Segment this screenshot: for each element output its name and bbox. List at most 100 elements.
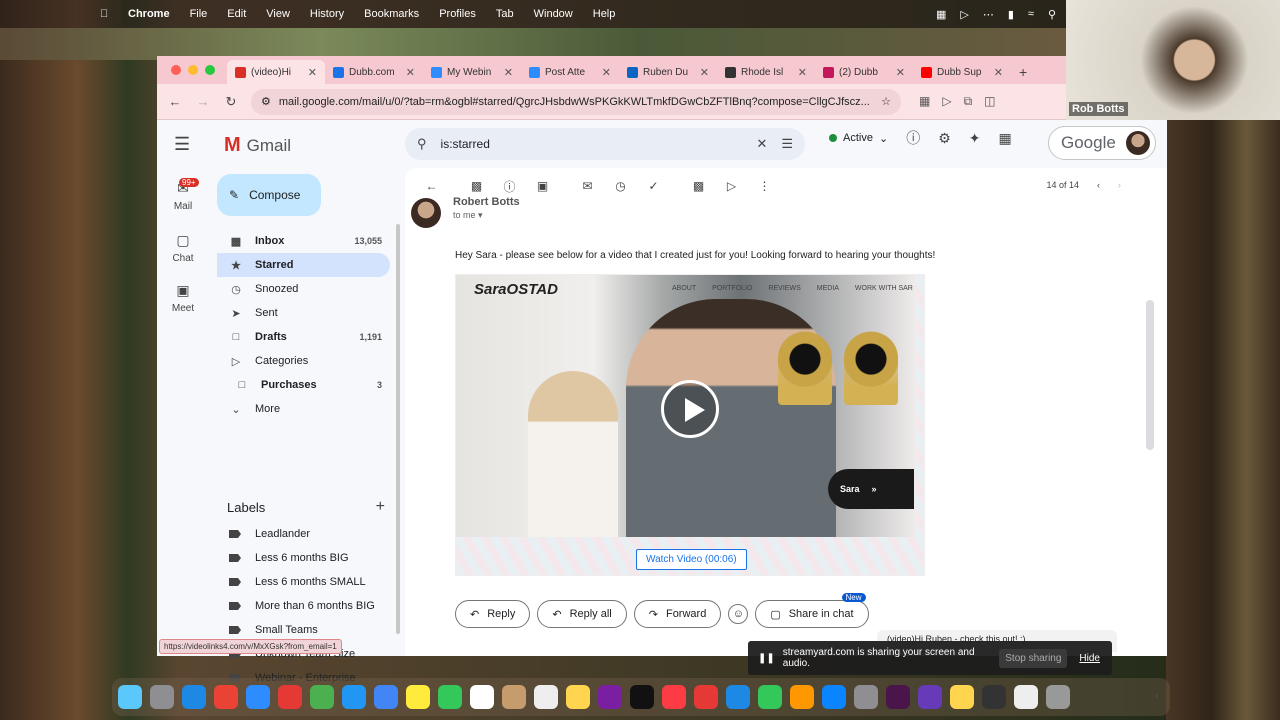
battery-icon[interactable]: ▮ xyxy=(1008,8,1014,21)
menu-history[interactable]: History xyxy=(310,8,344,20)
dock-app-icon[interactable] xyxy=(246,685,270,709)
move-to-icon[interactable]: ▩ xyxy=(682,179,715,193)
dock-app-icon[interactable] xyxy=(694,685,718,709)
omnibox[interactable]: ⚙ mail.google.com/mail/u/0/?tab=rm&ogbl#… xyxy=(251,88,901,115)
dock-app-icon[interactable] xyxy=(982,685,1006,709)
dubb-icon[interactable]: ▷ xyxy=(960,8,968,21)
extension-icon[interactable]: ▦ xyxy=(919,94,930,109)
dock-app-icon[interactable] xyxy=(150,685,174,709)
mark-unread-icon[interactable]: ✉ xyxy=(571,179,604,193)
dock-app-icon[interactable] xyxy=(374,685,398,709)
reply-button[interactable]: ↶ Reply xyxy=(455,600,531,628)
clear-search-icon[interactable]: ✕ xyxy=(756,136,767,152)
video-frame[interactable]: SaraOSTAD ABOUT PORTFOLIO REVIEWS MEDIA … xyxy=(456,275,916,537)
reply-all-button[interactable]: ↶ Reply all xyxy=(537,600,627,628)
dock-app-icon[interactable] xyxy=(182,685,206,709)
sidebar-scrollbar[interactable] xyxy=(396,224,400,634)
menu-edit[interactable]: Edit xyxy=(227,8,246,20)
menu-view[interactable]: View xyxy=(266,8,290,20)
back-to-list-icon[interactable]: ← xyxy=(415,179,448,193)
search-icon[interactable]: ⚲ xyxy=(417,136,427,152)
dock-app-icon[interactable] xyxy=(214,685,238,709)
dock-app-icon[interactable] xyxy=(278,685,302,709)
dock-app-icon[interactable] xyxy=(918,685,942,709)
close-tab-icon[interactable]: ✕ xyxy=(406,66,415,79)
close-window-button[interactable] xyxy=(171,65,181,75)
more-icon[interactable]: ⋯ xyxy=(983,8,994,21)
browser-tab[interactable]: Rhode Isl ✕ xyxy=(717,60,815,84)
forward-button[interactable]: ↷ Forward xyxy=(633,600,722,628)
status-selector[interactable]: Active ⌄ xyxy=(829,132,888,145)
close-tab-icon[interactable]: ✕ xyxy=(602,66,611,79)
forward-button[interactable]: → xyxy=(195,94,211,109)
sender-name[interactable]: Robert Botts xyxy=(453,196,520,208)
reload-button[interactable]: ↻ xyxy=(223,94,239,110)
dock-app-icon[interactable] xyxy=(1014,685,1038,709)
delete-icon[interactable]: ▣ xyxy=(526,179,559,193)
close-tab-icon[interactable]: ✕ xyxy=(308,66,317,79)
side-panel-icon[interactable]: ◫ xyxy=(984,94,995,109)
browser-tab[interactable]: Dubb.com ✕ xyxy=(325,60,423,84)
gemini-sparkle-icon[interactable]: ✦ xyxy=(969,130,981,147)
close-tab-icon[interactable]: ✕ xyxy=(994,66,1003,79)
dock-app-icon[interactable] xyxy=(790,685,814,709)
nav-more[interactable]: ⌄ More xyxy=(217,397,390,421)
browser-tab[interactable]: Ruben Du ✕ xyxy=(619,60,717,84)
menu-file[interactable]: File xyxy=(190,8,208,20)
browser-tab[interactable]: Dubb Sup ✕ xyxy=(913,60,1011,84)
stop-sharing-button[interactable]: Stop sharing xyxy=(999,648,1068,668)
apps-grid-icon[interactable]: ▦ xyxy=(998,130,1011,147)
close-tab-icon[interactable]: ✕ xyxy=(798,66,807,79)
recipient-line[interactable]: to me ▾ xyxy=(453,210,483,221)
dock-app-icon[interactable] xyxy=(470,685,494,709)
nav-inbox[interactable]: ▩ Inbox 13,055 xyxy=(217,229,390,253)
search-options-icon[interactable]: ☰ xyxy=(781,136,793,152)
nav-categories[interactable]: ▷ Categories xyxy=(217,349,390,373)
dock-app-icon[interactable] xyxy=(854,685,878,709)
site-info-icon[interactable]: ⚙ xyxy=(261,95,271,108)
create-label-icon[interactable]: + xyxy=(376,498,385,516)
menu-app-name[interactable]: Chrome xyxy=(128,8,170,20)
search-input[interactable]: is:starred xyxy=(441,137,743,151)
browser-tab[interactable]: (2) Dubb ✕ xyxy=(815,60,913,84)
dock-app-icon[interactable] xyxy=(822,685,846,709)
dock-app-icon[interactable] xyxy=(406,685,430,709)
nav-sent[interactable]: ➤ Sent xyxy=(217,301,390,325)
browser-tab[interactable]: My Webin ✕ xyxy=(423,60,521,84)
snooze-icon[interactable]: ◷ xyxy=(604,179,637,193)
rail-mail[interactable]: ✉ 99+ Mail xyxy=(157,178,209,212)
dock-app-icon[interactable] xyxy=(1046,685,1070,709)
more-options-icon[interactable]: ⋮ xyxy=(748,179,781,193)
dock-app-icon[interactable] xyxy=(726,685,750,709)
dock-app-icon[interactable] xyxy=(438,685,462,709)
dock-app-icon[interactable] xyxy=(310,685,334,709)
close-tab-icon[interactable]: ✕ xyxy=(896,66,905,79)
help-icon[interactable]: ⓘ xyxy=(906,128,920,148)
report-spam-icon[interactable]: ⓘ xyxy=(493,178,526,195)
bookmark-star-icon[interactable]: ☆ xyxy=(881,95,891,108)
apple-icon[interactable]:  xyxy=(100,8,114,20)
chevron-right-icon[interactable]: › xyxy=(1118,180,1121,190)
label-item[interactable]: Less 6 months SMALL xyxy=(217,570,390,594)
dock-app-icon[interactable] xyxy=(534,685,558,709)
browser-tab[interactable]: Post Atte ✕ xyxy=(521,60,619,84)
dock-app-icon[interactable] xyxy=(662,685,686,709)
rail-meet[interactable]: ▣ Meet xyxy=(157,282,209,314)
add-task-icon[interactable]: ✓ xyxy=(637,179,670,193)
menu-window[interactable]: Window xyxy=(534,8,573,20)
dock-app-icon[interactable] xyxy=(950,685,974,709)
screen-share-icon[interactable]: ▦ xyxy=(936,8,946,21)
share-in-chat-button[interactable]: ▢ Share in chat New xyxy=(755,593,869,628)
gear-icon[interactable]: ⚙ xyxy=(938,130,951,147)
nav-drafts[interactable]: □ Drafts 1,191 xyxy=(217,325,390,349)
extension-icon[interactable]: ▷ xyxy=(942,94,951,109)
dock-app-icon[interactable] xyxy=(758,685,782,709)
puzzle-icon[interactable]: ⧉ xyxy=(964,94,973,109)
dock-app-icon[interactable] xyxy=(342,685,366,709)
new-tab-button[interactable]: + xyxy=(1011,64,1035,84)
menu-profiles[interactable]: Profiles xyxy=(439,8,476,20)
back-button[interactable]: ← xyxy=(167,94,183,109)
video-thumbnail[interactable]: SaraOSTAD ABOUT PORTFOLIO REVIEWS MEDIA … xyxy=(455,274,925,576)
zoom-window-button[interactable] xyxy=(205,65,215,75)
compose-button[interactable]: ✎ Compose xyxy=(217,174,321,216)
